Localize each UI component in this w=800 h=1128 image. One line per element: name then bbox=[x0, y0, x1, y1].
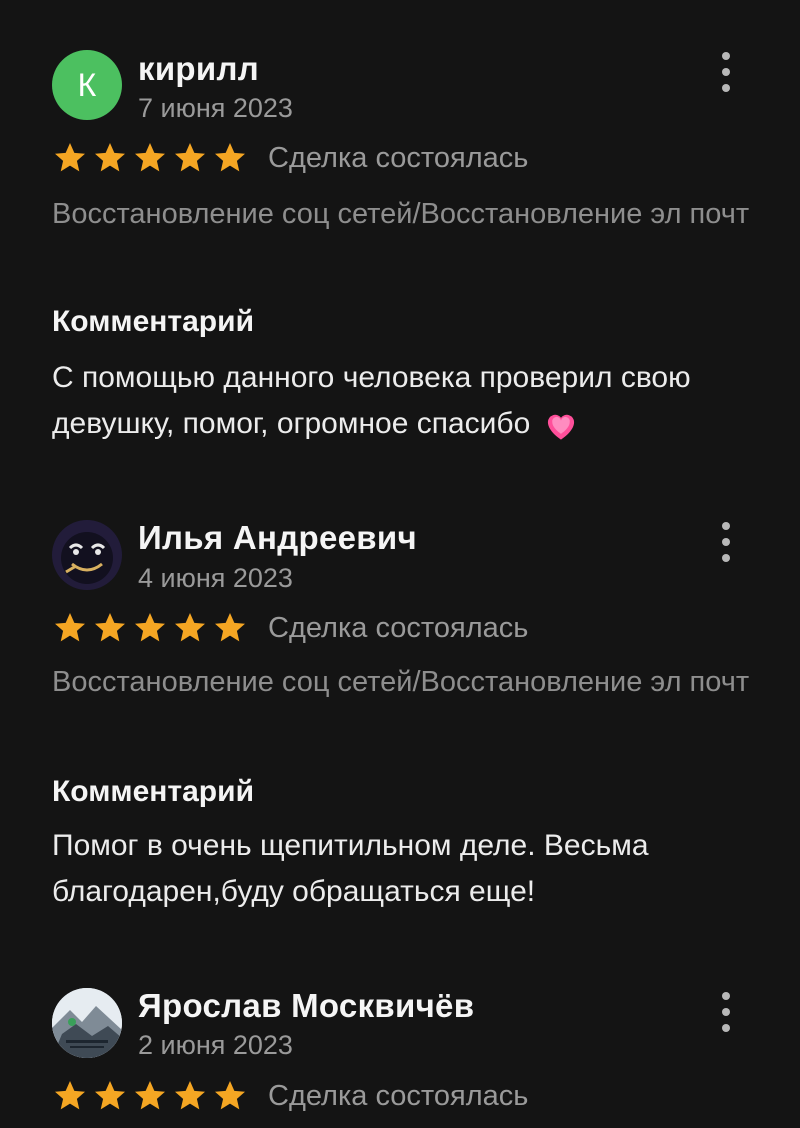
review-date: 7 июня 2023 bbox=[138, 93, 293, 123]
review-date: 2 июня 2023 bbox=[138, 1030, 293, 1060]
more-options-icon[interactable] bbox=[712, 522, 740, 562]
review-date: 4 июня 2023 bbox=[138, 563, 293, 593]
author-name[interactable]: Ярослав Москвичёв bbox=[138, 987, 474, 1025]
star-icon bbox=[175, 143, 205, 172]
review-card: К кирилл 7 июня 2023 Сделка состоялась В… bbox=[0, 0, 800, 470]
avatar[interactable]: К bbox=[52, 50, 122, 120]
deal-status: Сделка состоялась bbox=[268, 1079, 529, 1112]
star-icon bbox=[95, 613, 125, 642]
star-icon bbox=[215, 143, 245, 172]
star-icon bbox=[55, 143, 85, 172]
star-rating bbox=[52, 1078, 248, 1114]
comment-body: Помог в очень щепитильном деле. Весьма б… bbox=[52, 829, 649, 908]
avatar-letter: К bbox=[77, 66, 97, 103]
pink-heart-icon bbox=[547, 414, 574, 440]
star-icon bbox=[175, 613, 205, 642]
deal-status: Сделка состоялась bbox=[268, 611, 529, 644]
comment-body: С помощью данного человека проверил свою… bbox=[52, 361, 691, 440]
star-icon bbox=[135, 1081, 165, 1110]
review-card: Ярослав Москвичёв 2 июня 2023 Сделка сос… bbox=[0, 940, 800, 1128]
service-category: Восстановление соц сетей/Восстановление … bbox=[52, 666, 750, 698]
rating-row: Сделка состоялась bbox=[52, 140, 528, 176]
star-rating bbox=[52, 610, 248, 646]
star-icon bbox=[175, 1081, 205, 1110]
review-card: Илья Андреевич 4 июня 2023 Сделка состоя… bbox=[0, 470, 800, 940]
comment-heading: Комментарий bbox=[52, 305, 255, 338]
avatar[interactable] bbox=[52, 988, 122, 1058]
star-icon bbox=[55, 613, 85, 642]
rating-row: Сделка состоялась bbox=[52, 610, 528, 646]
star-icon bbox=[215, 613, 245, 642]
star-rating bbox=[52, 140, 248, 176]
star-icon bbox=[135, 143, 165, 172]
more-options-icon[interactable] bbox=[712, 992, 740, 1032]
more-options-icon[interactable] bbox=[712, 52, 740, 92]
star-icon bbox=[95, 143, 125, 172]
star-icon bbox=[95, 1081, 125, 1110]
smiley-avatar-icon bbox=[52, 520, 122, 590]
author-name[interactable]: Илья Андреевич bbox=[138, 519, 417, 557]
landscape-avatar-icon bbox=[52, 988, 122, 1058]
service-category: Восстановление соц сетей/Восстановление … bbox=[52, 198, 750, 230]
star-icon bbox=[55, 1081, 85, 1110]
star-icon bbox=[215, 1081, 245, 1110]
star-icon bbox=[135, 613, 165, 642]
author-name[interactable]: кирилл bbox=[138, 50, 259, 88]
rating-row: Сделка состоялась bbox=[52, 1078, 528, 1114]
comment-heading: Комментарий bbox=[52, 775, 255, 808]
avatar[interactable] bbox=[52, 520, 122, 590]
deal-status: Сделка состоялась bbox=[268, 141, 529, 174]
comment-text: С помощью данного человека проверил свою… bbox=[52, 355, 762, 447]
